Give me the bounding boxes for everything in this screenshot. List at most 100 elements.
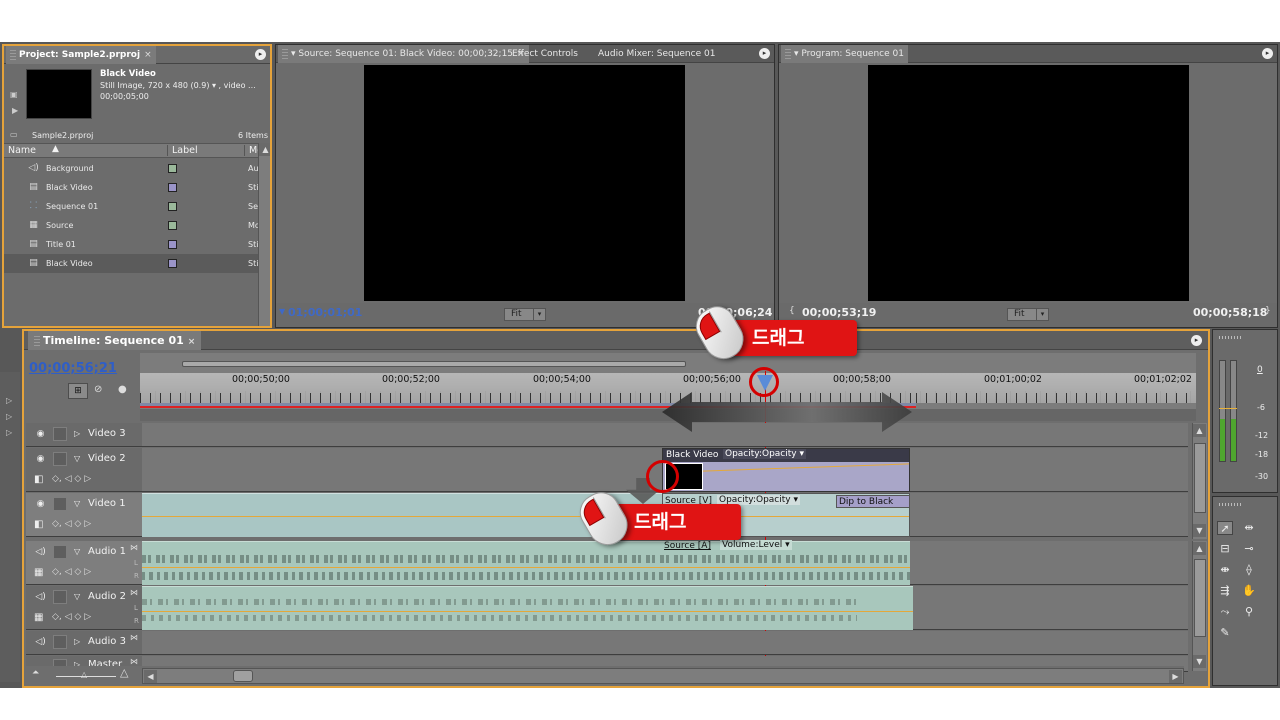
display-style-icon[interactable]: ▦ [34,612,43,623]
selection-tool-icon[interactable]: ➚ [1217,521,1233,535]
eye-icon[interactable]: ◉ [34,454,47,465]
arrow-icon[interactable]: ▷ [6,428,12,437]
list-item[interactable]: ▦ Source Mo [4,216,269,235]
hand-icon[interactable]: ✋ [1241,584,1257,598]
speaker-icon[interactable]: ◁) [34,592,47,603]
track-header-video-2[interactable]: ◉ ▽ Video 2 ◧ ◇, ◁ ◇ ▷ [26,448,142,492]
dropdown-icon[interactable]: ▾ [212,81,216,90]
zoom-slider-thumb[interactable]: △ [81,670,87,679]
clip-effect-menu[interactable]: Volume:Level ▾ [720,540,792,550]
ripple-edit-icon[interactable]: ⊟ [1217,542,1233,556]
label-swatch[interactable] [168,259,177,268]
lock-toggle[interactable] [53,427,67,441]
source-current-time[interactable]: 01;00;01;01 [288,306,362,319]
list-item[interactable]: ▤ Black Video Stil [4,178,269,197]
speaker-icon[interactable]: ◁) [34,637,47,648]
scroll-down-icon[interactable]: ▼ [1193,655,1206,668]
keyframe-nav-icon[interactable]: ◇, ◁ ◇ ▷ [52,567,91,577]
eye-icon[interactable]: ◉ [34,499,47,510]
display-style-icon[interactable]: ◧ [34,474,43,485]
panel-menu-icon[interactable]: ▸ [255,49,266,60]
project-scrollbar[interactable]: ▲ [258,143,270,326]
column-label[interactable]: Label [167,145,198,156]
collapse-arrow-icon[interactable]: ▽ [74,547,80,556]
lock-toggle[interactable] [53,590,67,604]
play-icon[interactable]: ▶ [12,106,18,115]
rolling-edit-icon[interactable]: ⊸ [1241,542,1257,556]
track-header-audio-3[interactable]: ◁) ▷ Audio 3 ⋈ [26,631,142,655]
opacity-line[interactable] [703,463,909,481]
lock-toggle[interactable] [53,497,67,511]
tab-source[interactable]: ▾ Source: Sequence 01: Black Video: 00;0… [278,45,529,63]
arrow-icon[interactable]: ▷ [6,396,12,405]
panel-menu-icon[interactable]: ▸ [1191,335,1202,346]
expand-arrow-icon[interactable]: ▷ [74,429,80,438]
close-icon[interactable]: × [188,337,196,347]
sort-ascending-icon[interactable]: ▲ [52,144,59,154]
zoom-out-icon[interactable]: ⏶ [32,668,39,678]
collapse-arrow-icon[interactable]: ▽ [74,454,80,463]
tab-effect-controls[interactable]: Effect Controls [508,45,582,63]
arrow-icon[interactable]: ▷ [6,412,12,421]
clip-effect-menu[interactable]: Opacity:Opacity ▾ [723,449,806,459]
slip-icon[interactable]: ⇶ [1217,584,1233,598]
program-zoom-select[interactable]: Fit ▾ [1007,308,1049,321]
column-name[interactable]: Name [8,145,36,156]
expand-arrow-icon[interactable]: ▷ [74,637,80,646]
collapse-arrow-icon[interactable]: ▽ [74,592,80,601]
lock-toggle[interactable] [53,545,67,559]
program-current-time[interactable]: 00;00;53;19 [802,306,876,319]
scroll-up-icon[interactable]: ▲ [259,143,270,156]
razor-icon[interactable]: ⟠ [1241,563,1257,577]
scroll-right-icon[interactable]: ▶ [1169,670,1182,683]
keyframe-nav-icon[interactable]: ◇, ◁ ◇ ▷ [52,474,91,484]
pen-icon[interactable]: ✎ [1217,626,1233,640]
label-swatch[interactable] [168,240,177,249]
source-zoom-select[interactable]: Fit ▾ [504,308,546,321]
rate-stretch-icon[interactable]: ⇼ [1217,563,1233,577]
scroll-up-icon[interactable]: ▲ [1193,542,1206,555]
horizontal-scrollbar[interactable]: ◀ ▶ [142,668,1184,684]
close-icon[interactable]: × [144,50,152,60]
slide-icon[interactable]: ⤳ [1217,605,1233,619]
work-area-bar[interactable] [182,361,686,367]
clip-background-audio[interactable] [142,586,913,630]
track-audio-3[interactable] [142,631,1188,655]
keyframe-nav-icon[interactable]: ◇, ◁ ◇ ▷ [52,612,91,622]
track-select-icon[interactable]: ⇹ [1241,521,1257,535]
marker-icon[interactable]: ⊘ [94,384,102,395]
track-header-video-3[interactable]: ◉ ▷ Video 3 [26,423,142,447]
display-style-icon[interactable]: ▦ [34,567,43,578]
timeline-tab[interactable]: Timeline: Sequence 01 × [28,331,202,350]
list-item[interactable]: ▤ Title 01 Stil [4,235,269,254]
clip-black-video[interactable]: Black Video Opacity:Opacity ▾ [662,448,910,492]
display-style-icon[interactable]: ◧ [34,519,43,530]
poster-frame-icon[interactable]: ▣ [10,90,18,99]
video-tracks-scrollbar[interactable]: ▲ ▼ [1192,423,1207,539]
panel-menu-icon[interactable]: ▸ [1262,48,1273,59]
scroll-down-icon[interactable]: ▼ [1193,524,1206,537]
zoom-icon[interactable]: ⚲ [1241,605,1257,619]
track-header-audio-1[interactable]: ◁) ▽ Audio 1 ▦ ◇, ◁ ◇ ▷ ⋈ [26,541,142,585]
collapse-arrow-icon[interactable]: ▽ [74,499,80,508]
zoom-in-icon[interactable]: △ [120,666,128,679]
panel-menu-icon[interactable]: ▸ [759,48,770,59]
list-item[interactable]: ◁) Background Au [4,159,269,178]
volume-line[interactable] [142,611,913,612]
speaker-icon[interactable]: ◁) [34,547,47,558]
scroll-thumb[interactable] [1194,559,1206,637]
scroll-thumb[interactable] [1194,443,1206,513]
list-item-selected[interactable]: ▤ Black Video Stil [4,254,269,273]
ruler[interactable]: 00;00;50;00 00;00;52;00 00;00;54;00 00;0… [140,353,1196,409]
volume-line[interactable] [142,567,910,568]
lock-toggle[interactable] [53,635,67,649]
transition-dip-to-black[interactable]: Dip to Black [836,495,909,508]
lock-toggle[interactable] [53,452,67,466]
timeline-current-time[interactable]: 00;00;56;21 [29,361,117,376]
label-swatch[interactable] [168,183,177,192]
snap-icon[interactable]: ⊞ [68,383,88,399]
tab-audio-mixer[interactable]: Audio Mixer: Sequence 01 [594,45,719,63]
keyframe-nav-icon[interactable]: ◇, ◁ ◇ ▷ [52,519,91,529]
list-item[interactable]: ⸬ Sequence 01 Sec [4,197,269,216]
label-swatch[interactable] [168,164,177,173]
